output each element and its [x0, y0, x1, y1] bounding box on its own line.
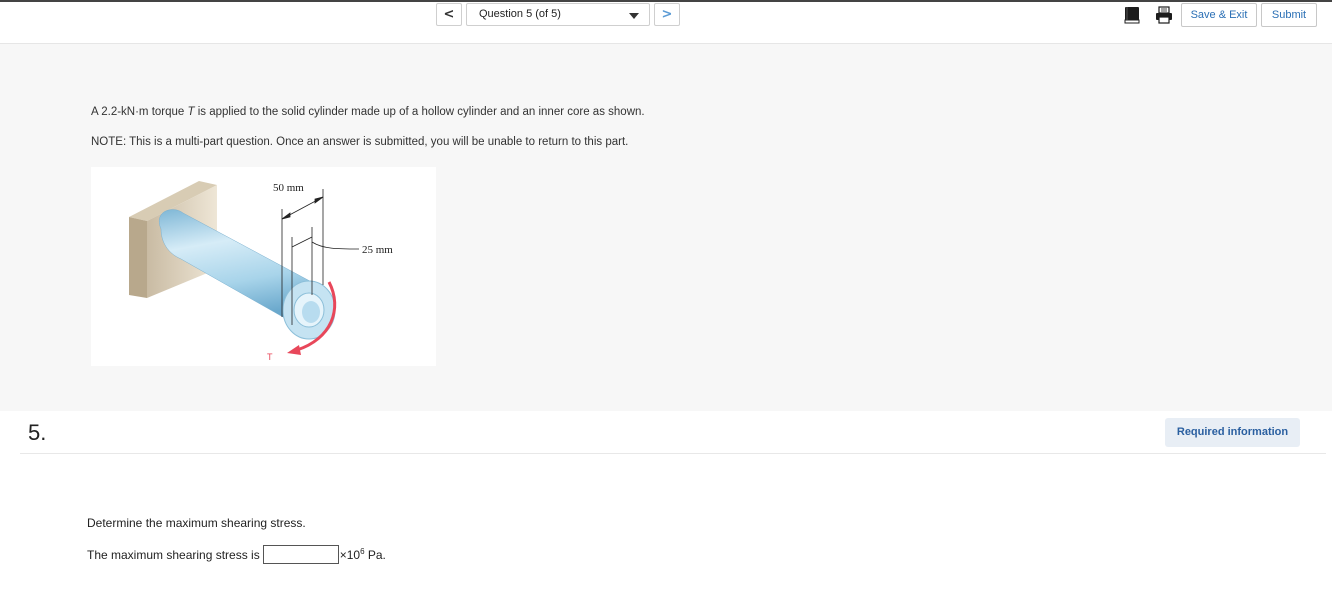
shearing-stress-input[interactable] [262, 545, 339, 564]
answer-row: The maximum shearing stress is ×106 Pa. [87, 545, 386, 564]
question-prompt: Determine the maximum shearing stress. [87, 516, 306, 530]
save-and-exit-button[interactable]: Save & Exit [1181, 3, 1257, 27]
outer-diameter-label: 50 mm [273, 182, 304, 194]
torque-variable: T [187, 106, 195, 118]
problem-statement: A 2.2-kN·m torque T is applied to the so… [91, 106, 645, 118]
print-icon[interactable] [1155, 6, 1173, 24]
multi-part-note: NOTE: This is a multi-part question. Onc… [91, 136, 629, 148]
previous-question-button[interactable]: < [436, 3, 462, 26]
chevron-down-icon [629, 13, 639, 19]
cylinder-diagram: 50 mm 25 mm T [129, 181, 393, 362]
question-number: 5. [28, 420, 47, 445]
book-icon[interactable] [1123, 6, 1141, 24]
inner-diameter-label: 25 mm [362, 244, 393, 256]
question-select-label: Question 5 (of 5) [479, 8, 561, 20]
required-information-panel: A 2.2-kN·m torque T is applied to the so… [0, 44, 1332, 411]
next-question-button[interactable]: > [654, 3, 680, 26]
answer-label: The maximum shearing stress is [87, 547, 260, 562]
answer-unit: ×106 Pa. [339, 547, 386, 562]
divider [20, 453, 1326, 454]
top-toolbar: < Question 5 (of 5) > Save & Exit Submit [0, 0, 1332, 44]
submit-button[interactable]: Submit [1261, 3, 1317, 27]
torque-label: T [267, 352, 273, 362]
problem-figure: 50 mm 25 mm T [91, 167, 436, 366]
question-select[interactable]: Question 5 (of 5) [466, 3, 650, 26]
required-information-button[interactable]: Required information [1165, 418, 1300, 447]
